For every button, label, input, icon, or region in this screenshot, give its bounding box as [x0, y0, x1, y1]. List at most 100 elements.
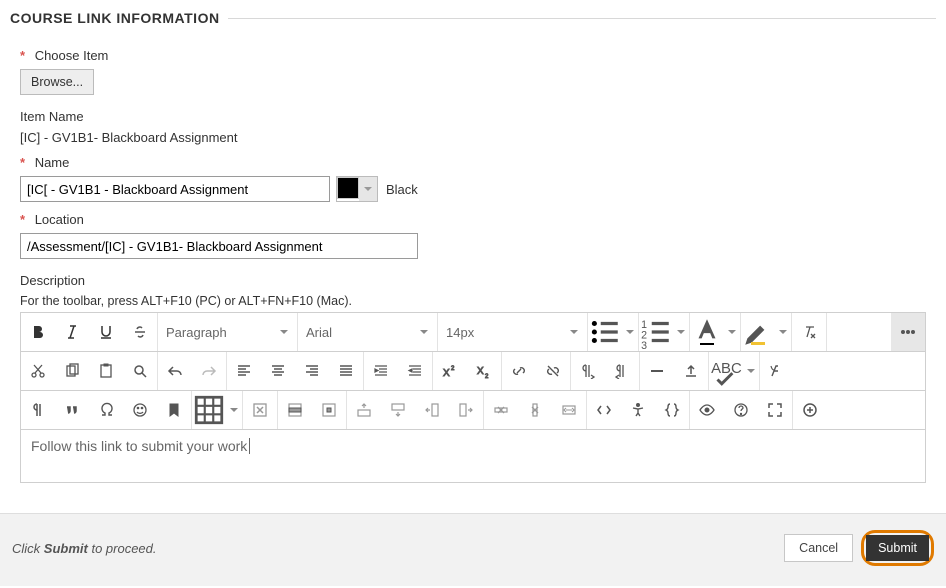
- unordered-list-button[interactable]: [588, 313, 639, 351]
- merge-cells-button[interactable]: [552, 391, 586, 429]
- font-family-value: Arial: [306, 325, 332, 340]
- ltr-button[interactable]: [571, 352, 605, 390]
- spellcheck-icon: ABC: [709, 354, 743, 388]
- insert-link-button[interactable]: [502, 352, 536, 390]
- hr-icon: [649, 363, 665, 379]
- table-cell-icon: [321, 402, 337, 418]
- color-name-label: Black: [386, 182, 418, 197]
- choose-item-label: * Choose Item: [20, 48, 926, 63]
- insert-table-button[interactable]: [192, 391, 243, 429]
- browse-button[interactable]: Browse...: [20, 69, 94, 95]
- undo-button[interactable]: [158, 352, 192, 390]
- delete-table-button[interactable]: [243, 391, 277, 429]
- color-picker[interactable]: [336, 176, 378, 202]
- ordered-list-button[interactable]: 123: [639, 313, 690, 351]
- form-content: * Choose Item Browse... Item Name [IC] -…: [0, 28, 946, 483]
- toolbar-row-2: X2 X2 ABC: [21, 352, 925, 391]
- bold-button[interactable]: [21, 313, 55, 351]
- italic-button[interactable]: [55, 313, 89, 351]
- color-dropdown-button[interactable]: [359, 177, 377, 201]
- blockquote-button[interactable]: [55, 391, 89, 429]
- footer-message: Click Submit to proceed.: [12, 541, 157, 556]
- emoji-button[interactable]: [123, 391, 157, 429]
- paste-icon: [98, 363, 114, 379]
- editor-textarea[interactable]: Follow this link to submit your work: [21, 430, 925, 482]
- cut-button[interactable]: [21, 352, 55, 390]
- highlight-color-button[interactable]: [741, 313, 792, 351]
- superscript-button[interactable]: X2: [433, 352, 467, 390]
- svg-text:X: X: [443, 368, 450, 379]
- special-char-button[interactable]: [89, 391, 123, 429]
- add-content-button[interactable]: [793, 391, 827, 429]
- paste-button[interactable]: [89, 352, 123, 390]
- section-divider: [228, 18, 936, 19]
- svg-text:2: 2: [451, 366, 455, 372]
- table-cell-properties-button[interactable]: [312, 391, 346, 429]
- text-caret: [249, 438, 250, 454]
- spellcheck-button[interactable]: ABC: [709, 352, 760, 390]
- clear-formatting-button[interactable]: [792, 313, 826, 351]
- indent-icon: [373, 363, 389, 379]
- location-input[interactable]: [20, 233, 418, 259]
- insert-file-button[interactable]: [674, 352, 708, 390]
- outdent-button[interactable]: [398, 352, 432, 390]
- subscript-button[interactable]: X2: [467, 352, 501, 390]
- list-bullet-icon: [588, 315, 622, 349]
- color-swatch-icon: [337, 177, 359, 199]
- footer-actions: Cancel Submit: [784, 530, 934, 566]
- align-justify-button[interactable]: [329, 352, 363, 390]
- code-sample-button[interactable]: [655, 391, 689, 429]
- insert-row-before-button[interactable]: [347, 391, 381, 429]
- preview-button[interactable]: [690, 391, 724, 429]
- find-button[interactable]: [123, 352, 157, 390]
- copy-button[interactable]: [55, 352, 89, 390]
- rtl-icon: [614, 363, 630, 379]
- align-left-button[interactable]: [227, 352, 261, 390]
- paragraph-button[interactable]: [21, 391, 55, 429]
- copy-icon: [64, 363, 80, 379]
- insert-col-before-button[interactable]: [415, 391, 449, 429]
- underline-button[interactable]: [89, 313, 123, 351]
- chevron-down-icon: [419, 325, 429, 340]
- anchor-button[interactable]: [157, 391, 191, 429]
- delete-col-button[interactable]: [518, 391, 552, 429]
- rtl-button[interactable]: [605, 352, 639, 390]
- align-right-button[interactable]: [295, 352, 329, 390]
- footer-msg-suffix: to proceed.: [88, 541, 157, 556]
- table-row-properties-button[interactable]: [278, 391, 312, 429]
- name-input[interactable]: [20, 176, 330, 202]
- remove-link-button[interactable]: [536, 352, 570, 390]
- quote-icon: [64, 402, 80, 418]
- redo-button[interactable]: [192, 352, 226, 390]
- more-tools-button[interactable]: [891, 313, 925, 351]
- fullscreen-button[interactable]: [758, 391, 792, 429]
- delete-row-button[interactable]: [484, 391, 518, 429]
- insert-row-after-button[interactable]: [381, 391, 415, 429]
- align-center-button[interactable]: [261, 352, 295, 390]
- block-format-value: Paragraph: [166, 325, 227, 340]
- accessibility-button[interactable]: [621, 391, 655, 429]
- font-size-select[interactable]: 14px: [438, 313, 588, 351]
- omega-icon: [98, 402, 114, 418]
- help-button[interactable]: [724, 391, 758, 429]
- formula-button[interactable]: [760, 352, 794, 390]
- row-before-icon: [356, 402, 372, 418]
- submit-button[interactable]: Submit: [866, 535, 929, 561]
- block-format-select[interactable]: Paragraph: [158, 313, 298, 351]
- font-family-select[interactable]: Arial: [298, 313, 438, 351]
- insert-col-after-button[interactable]: [449, 391, 483, 429]
- item-name-value: [IC] - GV1B1- Blackboard Assignment: [20, 130, 926, 145]
- text-color-button[interactable]: [690, 313, 741, 351]
- cancel-button[interactable]: Cancel: [784, 534, 853, 562]
- align-center-icon: [270, 363, 286, 379]
- source-code-button[interactable]: [587, 391, 621, 429]
- strikethrough-button[interactable]: [123, 313, 157, 351]
- indent-button[interactable]: [364, 352, 398, 390]
- chevron-down-icon: [676, 325, 686, 340]
- required-asterisk: *: [20, 48, 25, 63]
- name-label-text: Name: [35, 155, 70, 170]
- subscript-icon: X2: [476, 363, 492, 379]
- chevron-down-icon: [727, 325, 737, 340]
- horizontal-rule-button[interactable]: [640, 352, 674, 390]
- align-left-icon: [236, 363, 252, 379]
